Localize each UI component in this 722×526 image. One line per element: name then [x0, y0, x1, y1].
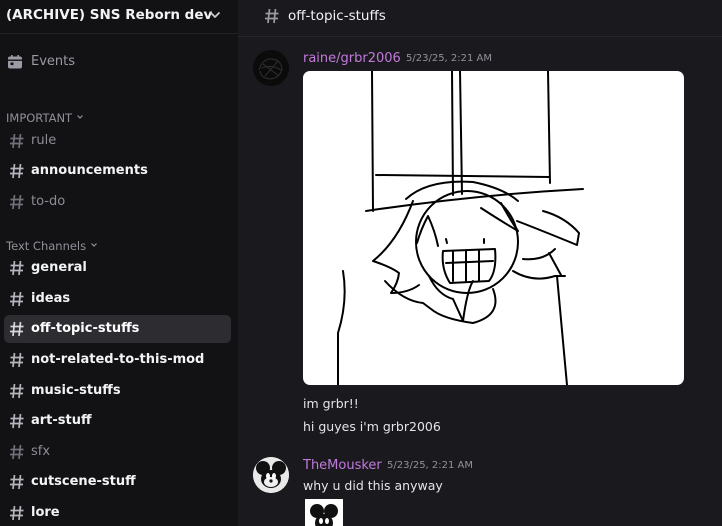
hash-icon	[10, 352, 24, 368]
channel-title: off-topic-stuffs	[288, 8, 386, 24]
channel-label: ideas	[31, 291, 71, 306]
mouse-avatar-image	[253, 457, 289, 493]
avatar[interactable]	[253, 457, 289, 493]
hash-icon	[10, 383, 24, 399]
channel-label: off-topic-stuffs	[31, 321, 140, 336]
sidebar-channel-sfx[interactable]: sfx	[4, 438, 231, 466]
hash-icon	[10, 413, 24, 429]
message-author[interactable]: raine/grbr2006	[303, 51, 401, 66]
channel-label: sfx	[31, 444, 51, 459]
message-text: im grbr!!	[303, 396, 359, 411]
chevron-down-icon	[77, 115, 84, 119]
server-name: (ARCHIVE) SNS Reborn dev	[6, 7, 213, 23]
sidebar-channel-art-stuff[interactable]: art-stuff	[4, 407, 231, 435]
chevron-down-icon[interactable]	[208, 8, 222, 22]
channel-label: cutscene-stuff	[31, 474, 136, 489]
message-text: why u did this anyway	[303, 478, 443, 493]
channel-label: to-do	[31, 194, 66, 209]
channel-header: off-topic-stuffs	[238, 0, 722, 37]
category-label: IMPORTANT	[6, 111, 73, 125]
sidebar-channel-to-do[interactable]: to-do	[4, 188, 231, 216]
hash-icon	[10, 133, 24, 149]
message-timestamp: 5/23/25, 2:21 AM	[406, 53, 493, 64]
channel-label: rule	[31, 133, 57, 148]
chevron-down-icon	[91, 243, 98, 247]
hash-icon	[10, 194, 24, 210]
events-label: Events	[31, 54, 76, 69]
message-timestamp: 5/23/25, 2:21 AM	[387, 460, 474, 471]
category-label: Text Channels	[6, 239, 87, 253]
sidebar-channel-off-topic-stuffs[interactable]: off-topic-stuffs	[4, 315, 231, 343]
channel-label: music-stuffs	[31, 383, 121, 398]
chat-area: off-topic-stuffs raine/grbr2006 5/23/25,…	[238, 0, 722, 526]
channel-label: general	[31, 260, 87, 275]
channel-label: announcements	[31, 163, 148, 178]
hash-icon	[10, 163, 24, 179]
discord-window: (ARCHIVE) SNS Reborn dev Events IMPORTAN…	[0, 0, 722, 526]
message-text: hi guyes i'm grbr2006	[303, 419, 441, 434]
server-header[interactable]: (ARCHIVE) SNS Reborn dev	[0, 0, 238, 34]
sidebar-channel-lore[interactable]: lore	[4, 499, 231, 526]
sidebar-channel-general[interactable]: general	[4, 254, 231, 282]
sidebar-channel-not-related-to-this-mod[interactable]: not-related-to-this-mod	[4, 346, 231, 374]
channel-sidebar: (ARCHIVE) SNS Reborn dev Events IMPORTAN…	[0, 0, 238, 526]
mouse-thumbnail-image	[305, 499, 343, 526]
category-text-channels[interactable]: Text Channels	[6, 235, 98, 253]
channel-label: art-stuff	[31, 413, 92, 428]
avatar-scribble-image	[253, 50, 289, 86]
hash-icon	[10, 321, 24, 337]
category-important[interactable]: IMPORTANT	[6, 107, 84, 125]
hash-icon	[10, 474, 24, 490]
hash-icon	[265, 8, 279, 24]
channel-label: lore	[31, 505, 60, 520]
attachment-image[interactable]	[303, 71, 684, 385]
attachment-image[interactable]	[305, 499, 343, 526]
events-item[interactable]: Events	[6, 52, 230, 74]
hash-icon	[10, 444, 24, 460]
hash-icon	[10, 505, 24, 521]
hash-icon	[10, 291, 24, 307]
sidebar-channel-music-stuffs[interactable]: music-stuffs	[4, 377, 231, 405]
drawing-image	[337, 71, 584, 385]
channel-label: not-related-to-this-mod	[31, 352, 205, 367]
message-author[interactable]: TheMousker	[303, 458, 382, 473]
hash-icon	[10, 260, 24, 276]
sidebar-channel-announcements[interactable]: announcements	[4, 157, 231, 185]
calendar-icon	[8, 55, 22, 69]
avatar[interactable]	[253, 50, 289, 86]
sidebar-channel-rule[interactable]: rule	[4, 127, 231, 155]
sidebar-channel-cutscene-stuff[interactable]: cutscene-stuff	[4, 468, 231, 496]
sidebar-channel-ideas[interactable]: ideas	[4, 285, 231, 313]
